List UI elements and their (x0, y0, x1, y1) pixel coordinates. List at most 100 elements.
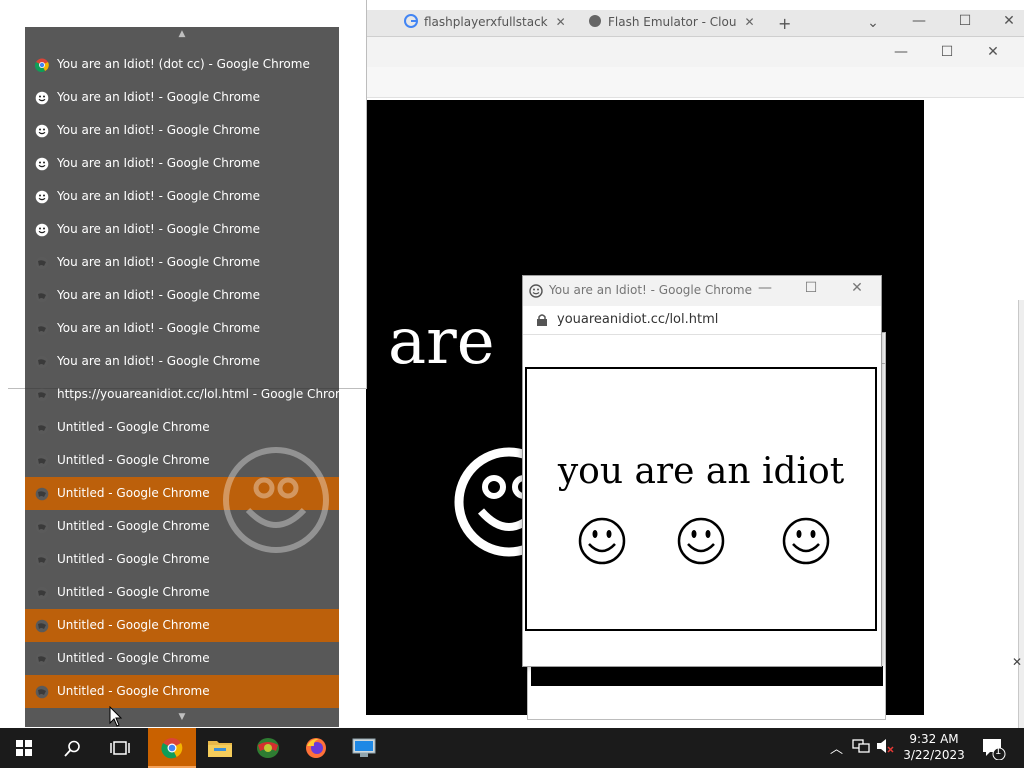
globe-icon (35, 289, 49, 303)
close-window-button[interactable]: ✕ (986, 8, 1024, 34)
popup-title: You are an Idiot! - Google Chrome (549, 283, 752, 297)
window-list-item[interactable]: Untitled - Google Chrome (25, 642, 339, 675)
start-button[interactable] (0, 728, 48, 768)
close-icon[interactable]: ✕ (1012, 655, 1022, 669)
tab-label: Flash Emulator - Clou (608, 15, 737, 29)
popup-address-bar[interactable]: youareanidiot.cc/lol.html (523, 306, 881, 335)
window-list-item[interactable]: You are an Idiot! - Google Chrome (25, 180, 339, 213)
search-button[interactable] (48, 728, 96, 768)
taskbar-app-4[interactable] (340, 728, 388, 768)
window-list-item[interactable]: Untitled - Google Chrome (25, 576, 339, 609)
tab-flash-emulator[interactable]: Flash Emulator - Clou ✕ (588, 14, 764, 36)
window-list-item[interactable]: https://youareanidiot.cc/lol.html - Goog… (25, 378, 354, 411)
close-icon[interactable]: ✕ (556, 15, 566, 29)
window-list-item[interactable]: You are an Idiot! - Google Chrome (25, 114, 339, 147)
maximize-button[interactable]: ☐ (799, 280, 823, 302)
window-list-item-label: You are an Idiot! - Google Chrome (57, 90, 260, 104)
window-list-item[interactable]: You are an Idiot! - Google Chrome (25, 81, 339, 114)
close-icon[interactable]: ✕ (744, 15, 754, 29)
clock-date: 3/22/2023 (903, 748, 965, 762)
taskbar-app-2[interactable] (244, 728, 292, 768)
globe-icon (35, 553, 49, 567)
maximize-button[interactable]: ☐ (942, 8, 988, 34)
mouse-cursor-icon (109, 706, 123, 727)
window-list-item-label: Untitled - Google Chrome (57, 453, 210, 467)
window-list-item-label: Untitled - Google Chrome (57, 486, 210, 500)
globe-icon (35, 421, 49, 435)
window-list-item[interactable]: Untitled - Google Chrome (25, 609, 339, 642)
second-window-titlebar: — ☐ ✕ (366, 37, 1024, 68)
minimize-button[interactable]: — (753, 280, 777, 302)
maximize-button[interactable]: ☐ (924, 39, 970, 65)
chevron-down-icon[interactable]: ⌄ (850, 10, 896, 36)
system-clock[interactable]: 9:32 AM 3/22/2023 (896, 731, 972, 763)
page-large-text: are (388, 305, 495, 379)
smiley-face-icon (677, 517, 725, 565)
minimize-button[interactable]: — (896, 8, 942, 34)
close-window-button[interactable]: ✕ (970, 39, 1016, 65)
window-list-item[interactable]: You are an Idiot! - Google Chrome (25, 312, 339, 345)
globe-icon (35, 487, 49, 501)
window-list-item-label: Untitled - Google Chrome (57, 552, 210, 566)
window-list-item-label: You are an Idiot! - Google Chrome (57, 222, 260, 236)
window-list-item-label: Untitled - Google Chrome (57, 618, 210, 632)
windows-icon (16, 740, 32, 756)
taskbar-file-explorer[interactable] (196, 728, 244, 768)
smiley-icon (35, 91, 49, 105)
globe-icon (35, 586, 49, 600)
window-list-item[interactable]: You are an Idiot! - Google Chrome (25, 246, 339, 279)
smiley-icon (35, 190, 49, 204)
popup-url: youareanidiot.cc/lol.html (557, 312, 719, 327)
globe-icon (35, 619, 49, 633)
window-list-item-label: Untitled - Google Chrome (57, 519, 210, 533)
chrome-icon (161, 738, 183, 759)
smiley-face-icon (578, 517, 626, 565)
taskbar: ︿ 9:32 AM 3/22/2023 1 (0, 728, 1024, 768)
globe-icon (35, 355, 49, 369)
window-list-item[interactable]: You are an Idiot! (dot cc) - Google Chro… (25, 48, 339, 81)
window-list-item-label: You are an Idiot! - Google Chrome (57, 321, 260, 335)
taskbar-firefox[interactable] (292, 728, 340, 768)
idiot-popup-window[interactable]: You are an Idiot! - Google Chrome — ☐ ✕ … (522, 275, 882, 667)
window-list-item[interactable]: You are an Idiot! - Google Chrome (25, 279, 339, 312)
globe-icon (35, 256, 49, 270)
smiley-icon (35, 124, 49, 138)
network-icon[interactable] (852, 738, 870, 758)
window-list-item-label: Untitled - Google Chrome (57, 585, 210, 599)
globe-icon (35, 388, 49, 402)
window-list-item[interactable]: Untitled - Google Chrome (25, 675, 339, 708)
globe-icon (35, 685, 49, 699)
minimize-button[interactable]: — (878, 39, 924, 65)
smiley-face-icon (782, 517, 830, 565)
globe-icon (35, 322, 49, 336)
taskbar-window-list[interactable]: ▲ You are an Idiot! (dot cc) - Google Ch… (25, 27, 354, 727)
task-view-button[interactable] (96, 728, 144, 768)
background-toolbar (366, 67, 1024, 98)
close-window-button[interactable]: ✕ (845, 280, 869, 302)
chrome-icon (34, 58, 49, 73)
google-g-icon (404, 14, 418, 28)
popup-titlebar[interactable]: You are an Idiot! - Google Chrome — ☐ ✕ (523, 276, 881, 306)
window-list-item[interactable]: You are an Idiot! - Google Chrome (25, 147, 339, 180)
scroll-up-arrow-icon[interactable]: ▲ (25, 29, 339, 39)
taskbar-chrome[interactable] (148, 728, 196, 768)
window-list-item-label: https://youareanidiot.cc/lol.html - Goog… (57, 387, 355, 401)
scroll-down-arrow-icon[interactable]: ▼ (25, 711, 339, 723)
task-view-icon (110, 741, 130, 755)
action-center-button[interactable]: 1 (982, 738, 1006, 761)
window-list-item[interactable]: You are an Idiot! - Google Chrome (25, 213, 339, 246)
notification-icon (983, 739, 1006, 761)
chevron-up-icon[interactable]: ︿ (830, 738, 843, 758)
window-list-item-label: You are an Idiot! - Google Chrome (57, 123, 260, 137)
window-list-item-label: Untitled - Google Chrome (57, 651, 210, 665)
window-list-item-label: You are an Idiot! - Google Chrome (57, 288, 260, 302)
volume-muted-icon[interactable] (876, 738, 894, 758)
window-list-item[interactable]: You are an Idiot! - Google Chrome (25, 345, 339, 378)
window-list-item-label: You are an Idiot! - Google Chrome (57, 156, 260, 170)
window-list-item[interactable]: Untitled - Google Chrome (25, 411, 339, 444)
globe-icon (589, 15, 601, 27)
tab-flashplayer[interactable]: flashplayerxfullstack ✕ (404, 14, 572, 36)
globe-icon (35, 520, 49, 534)
idiot-message: you are an idiot (557, 451, 845, 492)
new-tab-button[interactable]: + (778, 14, 798, 36)
